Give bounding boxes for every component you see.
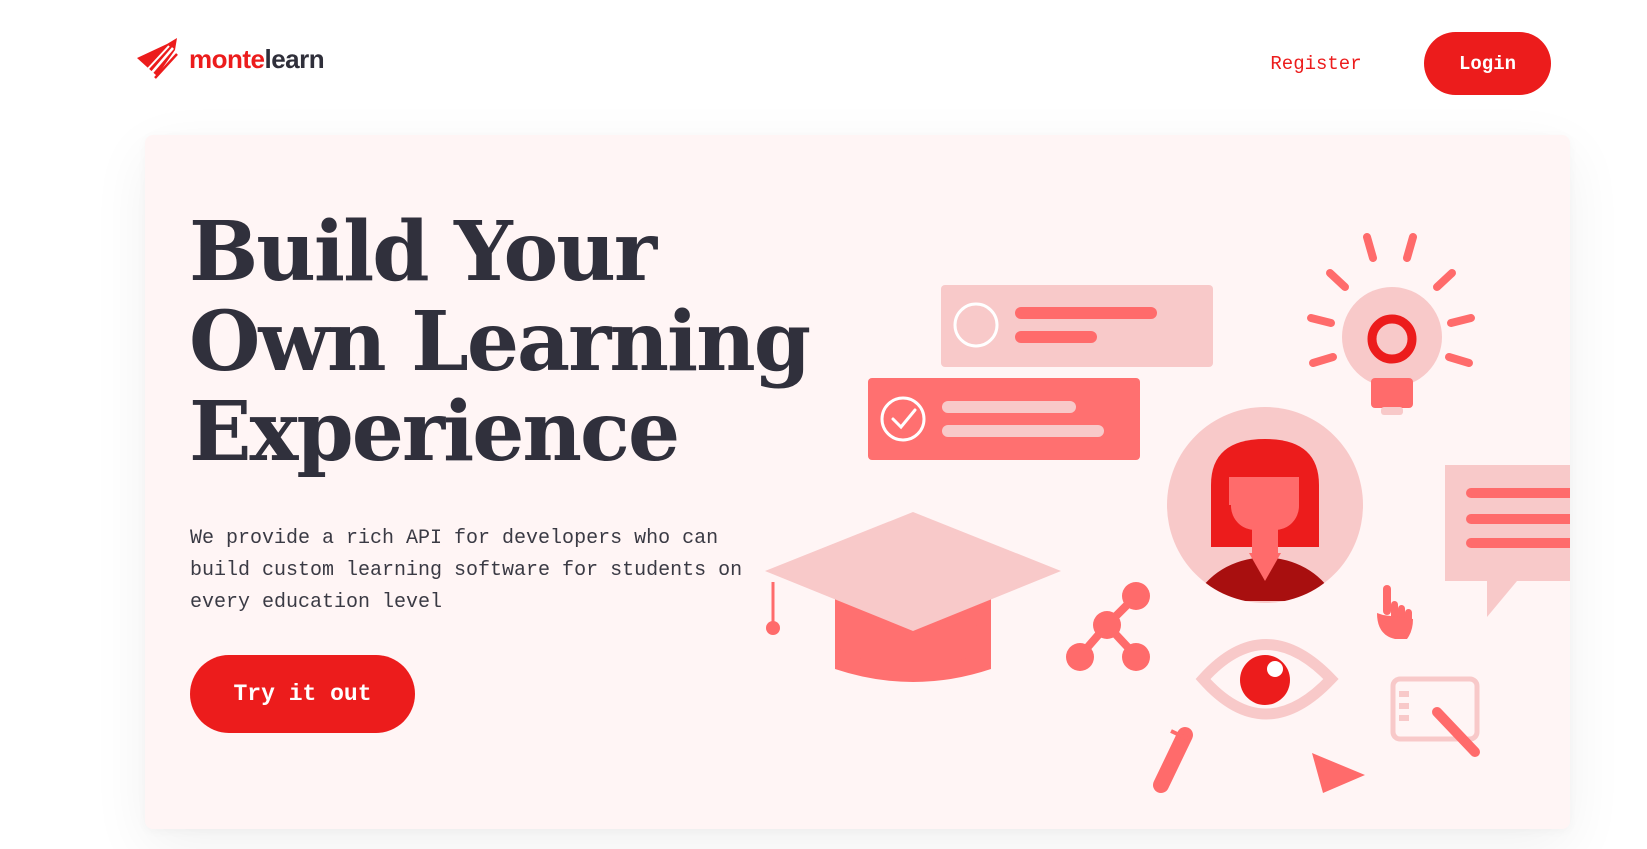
graduation-cap-icon	[765, 512, 1061, 682]
cursor-arrow-icon	[1312, 753, 1365, 793]
logo-mark-icon	[137, 38, 178, 79]
user-avatar-icon	[1167, 407, 1363, 603]
hero-description-line: every education level	[190, 591, 443, 614]
hero-title-line: Own Learning	[189, 294, 811, 390]
hand-pointer-icon	[1377, 585, 1413, 639]
brand-name-part2: learn	[264, 43, 325, 74]
login-button[interactable]: Login	[1424, 32, 1551, 95]
hero-section: Build Your Own Learning Experience We pr…	[145, 135, 1570, 829]
register-link[interactable]: Register	[1266, 49, 1366, 79]
drawing-tablet-icon	[1390, 676, 1480, 757]
speech-bubble-icon	[1445, 465, 1570, 617]
landing-page: montelearn Register Login Build Your Own…	[0, 0, 1647, 849]
pen-icon	[1153, 727, 1193, 793]
hero-title-line: Build Your	[189, 204, 657, 300]
hero-title: Build Your Own Learning Experience	[189, 207, 829, 477]
hero-description: We provide a rich API for developers who…	[190, 523, 790, 619]
try-it-out-button[interactable]: Try it out	[190, 655, 415, 733]
brand-name-part1: monte	[189, 43, 265, 74]
hero-description-line: We provide a rich API for developers who…	[190, 527, 719, 550]
eye-icon	[1195, 639, 1339, 720]
share-nodes-icon	[1066, 582, 1150, 671]
hero-description-line: build custom learning software for stude…	[190, 559, 743, 582]
brand-name: montelearn	[189, 43, 325, 75]
hero-title-line: Experience	[189, 384, 680, 480]
task-card-checked-icon	[868, 378, 1140, 460]
brand-logo[interactable]: montelearn	[135, 36, 325, 82]
lightbulb-icon	[1307, 233, 1475, 415]
hero-illustration	[765, 233, 1570, 793]
task-card-unchecked-icon	[941, 285, 1213, 367]
